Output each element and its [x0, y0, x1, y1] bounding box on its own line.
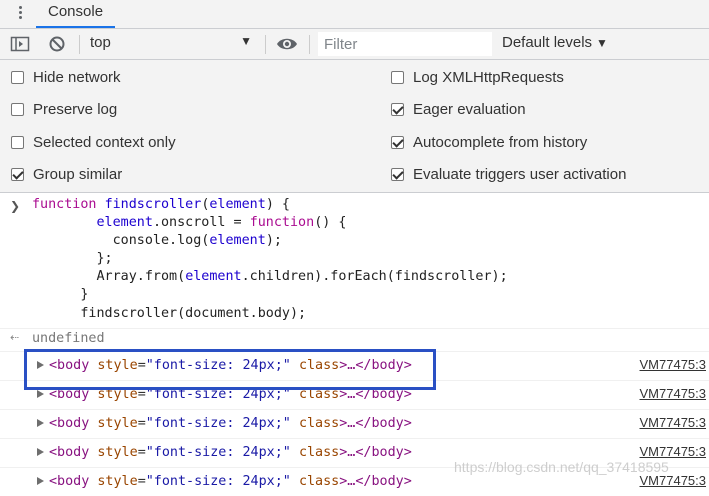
code-line: }; [32, 251, 113, 267]
filter-input[interactable] [318, 32, 492, 56]
prompt-chevron-icon: ❯ [10, 199, 21, 213]
tag-tail: >…</body> [339, 416, 412, 431]
setting-label: Selected context only [33, 134, 176, 151]
log-levels-dropdown[interactable]: Default levels ▼ [502, 34, 608, 51]
setting-label: Log XMLHttpRequests [413, 69, 564, 86]
checkbox-checked[interactable] [391, 103, 404, 116]
source-link[interactable]: VM77475:3 [640, 473, 707, 488]
setting-label: Evaluate triggers user activation [413, 166, 627, 183]
checkbox-checked[interactable] [391, 168, 404, 181]
toolbar-divider [265, 35, 266, 54]
checkbox[interactable] [11, 103, 24, 116]
code-line: Array.from(element.children).forEach(fin… [32, 269, 508, 285]
setting-label: Hide network [33, 69, 121, 86]
dropdown-caret-icon: ▼ [240, 34, 252, 48]
attr-name: style [97, 445, 138, 460]
code-line: function findscroller(element) { [32, 197, 290, 212]
expand-triangle-icon[interactable] [37, 419, 44, 427]
console-settings-pane: Hide network Preserve log Selected conte… [0, 60, 709, 193]
tag-open: <body [49, 416, 90, 431]
dom-node-preview[interactable]: <body style="font-size: 24px;" class>…</… [49, 445, 412, 460]
expand-triangle-icon[interactable] [37, 477, 44, 485]
source-link[interactable]: VM77475:3 [640, 444, 707, 459]
attr-name: style [97, 416, 138, 431]
attr-class: class [298, 445, 340, 460]
code-line: findscroller(document.body); [32, 305, 307, 321]
attr-value: "font-size: 24px;" [145, 445, 291, 460]
sidebar-toggle-icon[interactable] [10, 35, 30, 53]
more-vert-icon[interactable] [16, 4, 24, 24]
dropdown-caret-icon: ▼ [596, 36, 608, 50]
eye-icon[interactable] [276, 35, 298, 53]
context-selector[interactable]: top ▼ [90, 34, 258, 54]
console-messages[interactable]: ❯ function findscroller(element) { eleme… [0, 193, 709, 489]
result-arrow-icon: ⇠ [10, 332, 20, 344]
highlight-annotation-box [24, 349, 436, 390]
attr-value: "font-size: 24px;" [145, 416, 291, 431]
attr-class: class [298, 416, 340, 431]
code-line: } [32, 287, 89, 303]
watermark: https://blog.csdn.net/qq_37418595 [454, 459, 669, 475]
expand-triangle-icon[interactable] [37, 390, 44, 398]
tag-open: <body [49, 445, 90, 460]
source-link[interactable]: VM77475:3 [640, 357, 707, 372]
toolbar-divider [79, 35, 80, 54]
checkbox-checked[interactable] [391, 136, 404, 149]
source-link[interactable]: VM77475:3 [640, 386, 707, 401]
console-input-code[interactable]: function findscroller(element) { element… [32, 196, 508, 323]
expand-triangle-icon[interactable] [37, 448, 44, 456]
log-message-row[interactable]: <body style="font-size: 24px;" class>…</… [0, 409, 709, 438]
console-toolbar: top ▼ Default levels▼ [0, 29, 709, 60]
tag-tail: >…</body> [339, 445, 412, 460]
checkbox[interactable] [11, 71, 24, 84]
toolbar-divider [309, 35, 310, 54]
code-line: element.onscroll = function() { [96, 215, 347, 231]
result-row: ⇠ undefined [0, 328, 709, 349]
dom-node-preview[interactable]: <body style="font-size: 24px;" class>…</… [49, 416, 412, 431]
result-value: undefined [32, 331, 105, 346]
drawer-tab-bar: Console [0, 0, 709, 29]
log-levels-label: Default levels [502, 34, 593, 51]
checkbox-checked[interactable] [11, 168, 24, 181]
tab-console[interactable]: Console [36, 0, 116, 28]
setting-label: Group similar [33, 166, 123, 183]
source-link[interactable]: VM77475:3 [640, 415, 707, 430]
setting-label: Autocomplete from history [413, 134, 588, 151]
setting-label: Eager evaluation [413, 101, 526, 118]
code-line: console.log(element); [32, 233, 282, 249]
setting-label: Preserve log [33, 101, 118, 118]
checkbox[interactable] [11, 136, 24, 149]
checkbox[interactable] [391, 71, 404, 84]
clear-console-icon[interactable] [47, 35, 67, 53]
context-value: top [90, 34, 111, 51]
